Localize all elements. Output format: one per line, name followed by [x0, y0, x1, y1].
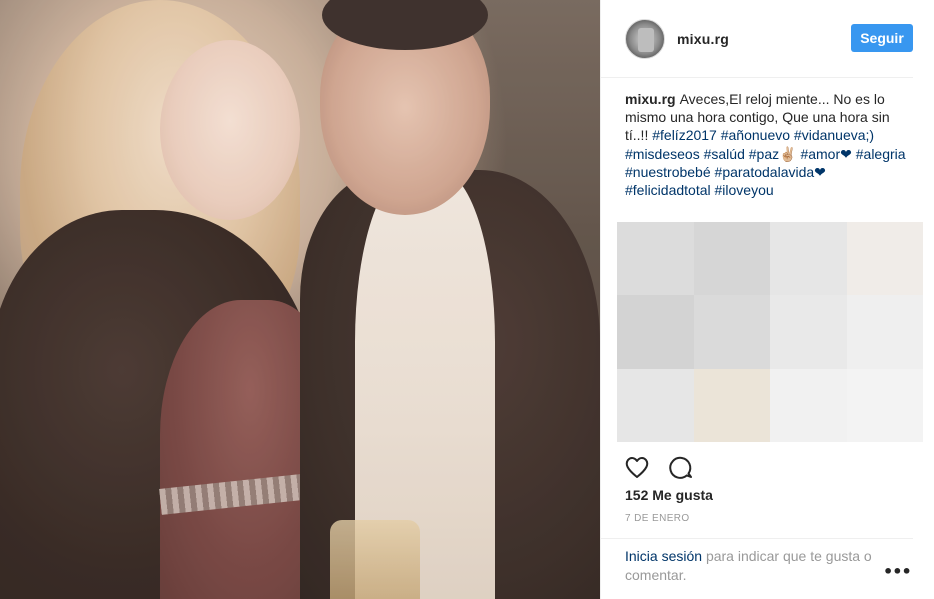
more-options-icon[interactable]: •••: [883, 562, 912, 581]
divider: [601, 538, 913, 539]
comment-icon[interactable]: [667, 453, 695, 481]
hashtag-link[interactable]: #amor❤: [800, 146, 851, 162]
username-link[interactable]: mixu.rg: [677, 31, 729, 47]
follow-button[interactable]: Seguir: [851, 24, 913, 52]
hashtag-link[interactable]: #salúd: [704, 146, 745, 162]
hashtag-link[interactable]: #añonuevo: [721, 127, 790, 143]
hashtag-link[interactable]: #felicidadtotal: [625, 182, 711, 198]
avatar-image: [638, 27, 654, 52]
post-photo[interactable]: [0, 0, 600, 599]
hashtag-link[interactable]: #vidanueva;): [794, 127, 874, 143]
hashtag-link[interactable]: #paz✌🏼: [749, 146, 797, 162]
caption-hashtags: #felíz2017 #añonuevo #vidanueva;) #misde…: [625, 127, 906, 198]
post-side-panel: mixu.rg Seguir mixu.rg Aveces,El reloj mi…: [600, 0, 934, 599]
instagram-post: mixu.rg Seguir mixu.rg Aveces,El reloj mi…: [0, 0, 934, 599]
post-header: mixu.rg Seguir: [601, 0, 913, 78]
hashtag-link[interactable]: #nuestrobebé: [625, 164, 711, 180]
heart-icon[interactable]: [623, 453, 651, 481]
post-actions: [623, 453, 695, 481]
blurred-comments-area: [617, 222, 923, 442]
login-link[interactable]: Inicia sesión: [625, 548, 702, 564]
post-caption: mixu.rg Aveces,El reloj miente... No es l…: [625, 90, 915, 199]
caption-username[interactable]: mixu.rg: [625, 91, 676, 107]
hashtag-link[interactable]: #paratodalavida❤: [715, 164, 826, 180]
login-prompt: Inicia sesión para indicar que te gusta …: [625, 547, 895, 585]
hashtag-link[interactable]: #alegria: [856, 146, 906, 162]
avatar[interactable]: [625, 18, 665, 59]
hashtag-link[interactable]: #felíz2017: [652, 127, 717, 143]
post-date[interactable]: 7 DE ENERO: [625, 513, 690, 524]
likes-count[interactable]: 152 Me gusta: [625, 487, 713, 503]
hashtag-link[interactable]: #iloveyou: [715, 182, 774, 198]
hashtag-link[interactable]: #misdeseos: [625, 146, 700, 162]
photo-tint: [0, 0, 600, 599]
